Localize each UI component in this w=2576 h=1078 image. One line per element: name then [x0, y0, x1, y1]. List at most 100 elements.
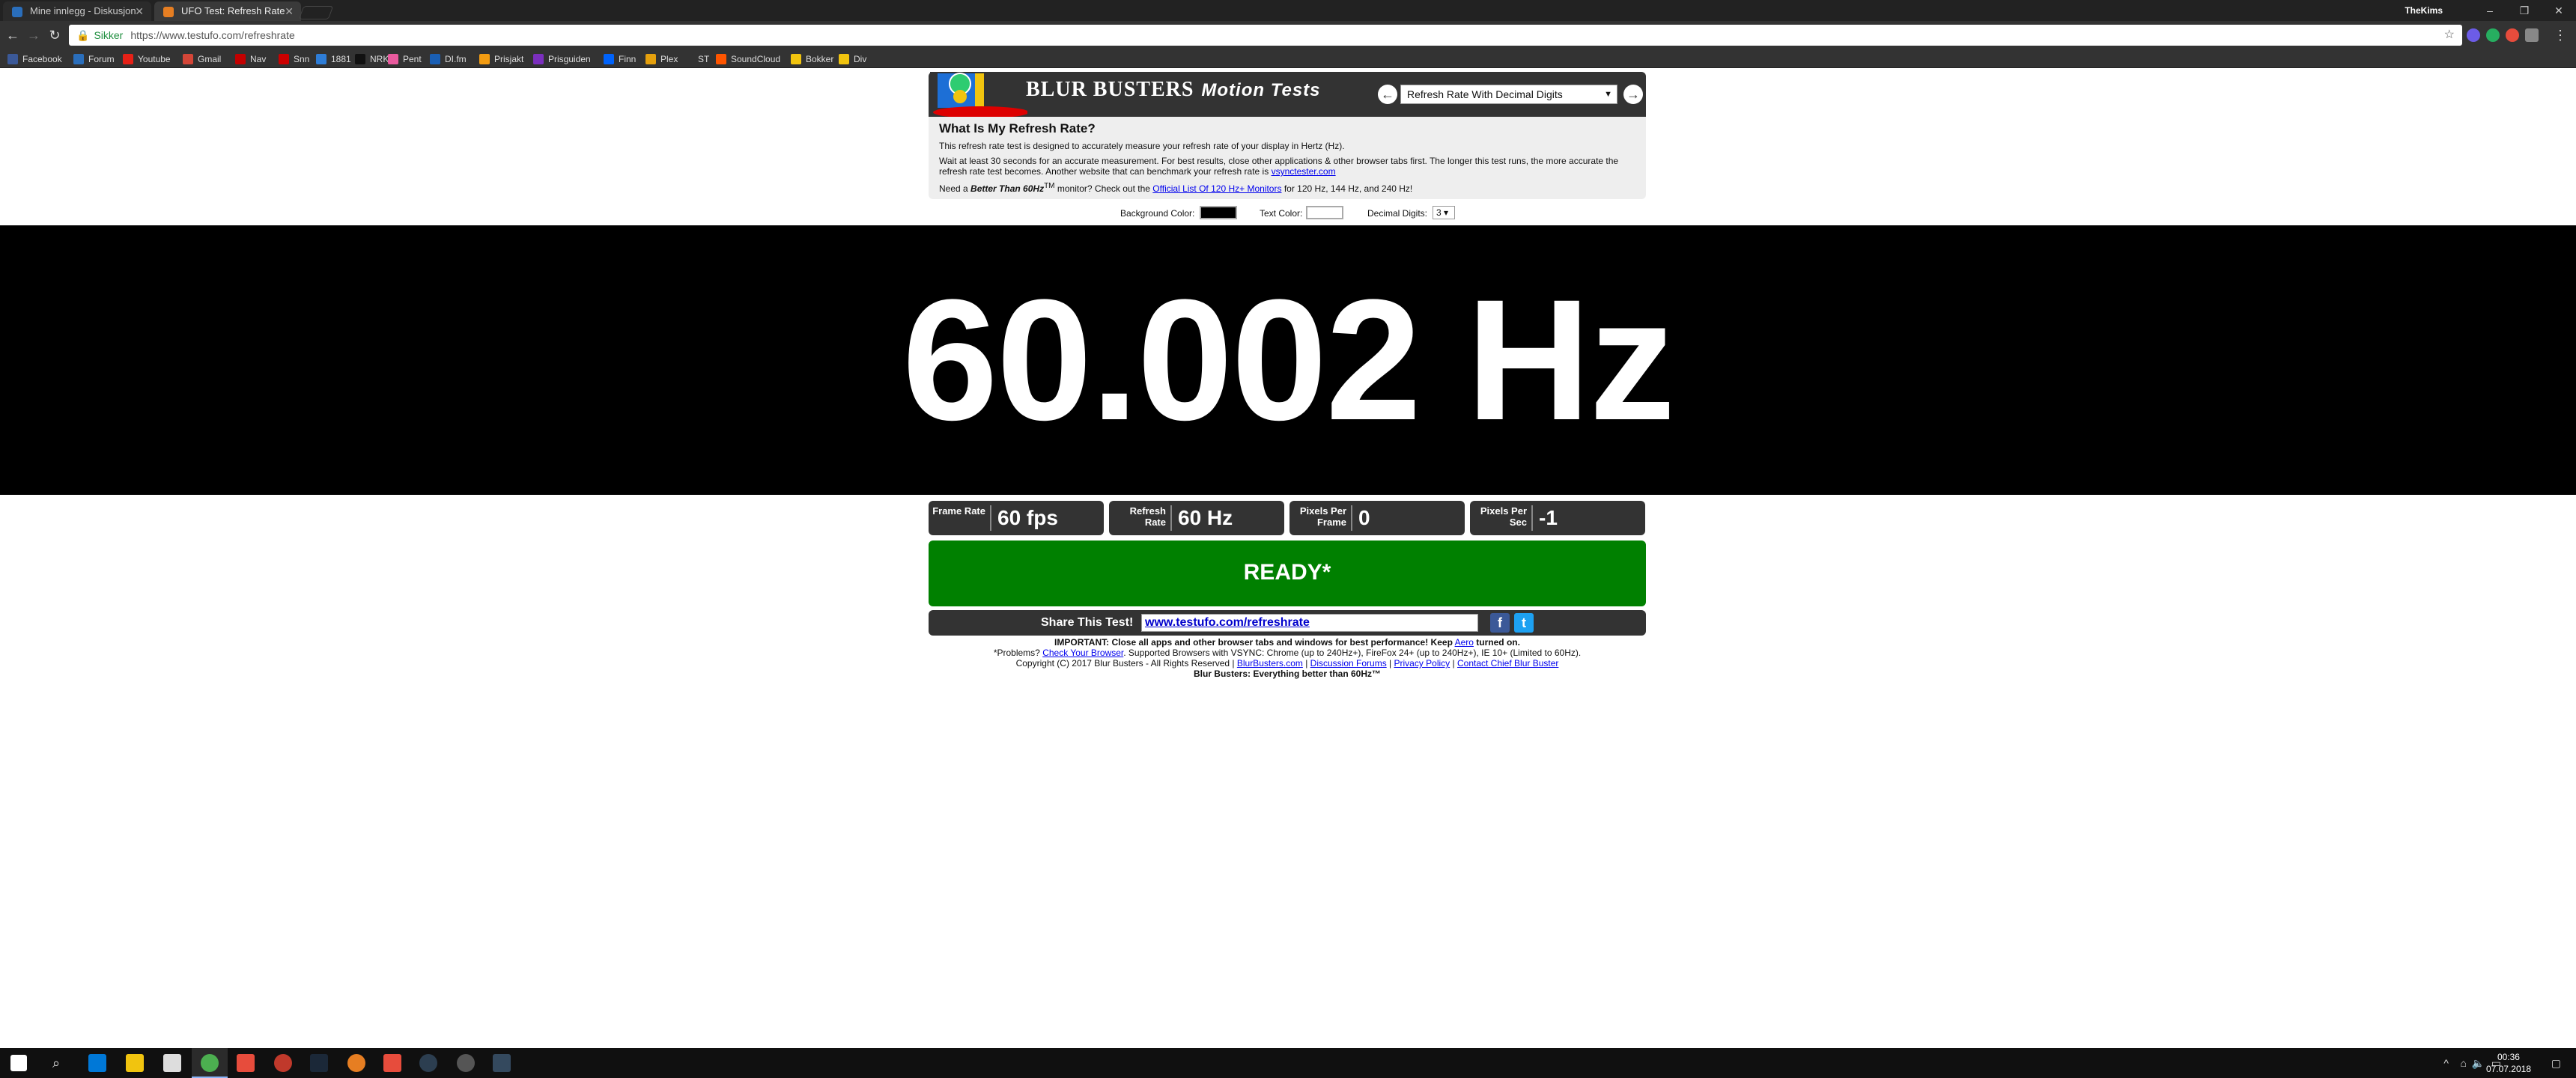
info-text: monitor? Check out the: [1057, 183, 1150, 194]
bookmark-star-icon[interactable]: ☆: [2444, 25, 2455, 46]
bookmark-youtube[interactable]: Youtube: [123, 52, 171, 66]
bookmark-nrk[interactable]: NRK: [355, 52, 389, 66]
forward-icon[interactable]: →: [24, 25, 43, 45]
text-color-label: Text Color:: [1260, 208, 1303, 219]
app-icon[interactable]: [274, 1054, 292, 1072]
vsynctester-link[interactable]: vsynctester.com: [1272, 166, 1336, 177]
close-window-button[interactable]: ✕: [2542, 0, 2576, 21]
facebook-icon[interactable]: f: [1490, 613, 1510, 633]
close-icon[interactable]: ✕: [285, 1, 294, 21]
bookmark-favicon-icon: [123, 54, 133, 64]
next-test-icon[interactable]: →: [1623, 85, 1643, 104]
stat-pixels-per-frame: Pixels Per Frame 0: [1289, 501, 1465, 535]
bookmark-gmail[interactable]: Gmail: [183, 52, 221, 66]
bookmark-bokker[interactable]: Bokker: [791, 52, 833, 66]
reload-icon[interactable]: ↻: [45, 25, 64, 45]
bookmark-div[interactable]: Div: [839, 52, 866, 66]
bookmark-nav[interactable]: Nav: [235, 52, 266, 66]
stats-row: Frame Rate 60 fps Refresh Rate 60 Hz Pix…: [929, 501, 1646, 535]
bookmark-label: Finn: [619, 54, 637, 64]
tray-chevron-icon[interactable]: ^: [2443, 1057, 2449, 1069]
digits-select[interactable]: 3 ▾: [1433, 206, 1455, 219]
app-icon[interactable]: [419, 1054, 437, 1072]
tab-ufo-test[interactable]: UFO Test: Refresh Rate ✕: [154, 1, 301, 21]
share-url-field[interactable]: www.testufo.com/refreshrate: [1141, 614, 1478, 632]
ready-status[interactable]: READY*: [929, 540, 1646, 606]
clock[interactable]: 00:36 07.07.2018: [2486, 1051, 2531, 1075]
contact-link[interactable]: Contact Chief Blur Buster: [1457, 658, 1558, 669]
profile-name[interactable]: TheKims: [2405, 0, 2443, 21]
edge-icon[interactable]: [88, 1054, 106, 1072]
steam-icon[interactable]: [310, 1054, 328, 1072]
taskbar: ⌕ ^ ⌂ 🔈 ▭ 00:36 07.07.2018 ▢: [0, 1048, 2576, 1078]
app-icon[interactable]: [457, 1054, 475, 1072]
stat-frame-rate: Frame Rate 60 fps: [929, 501, 1104, 535]
check-browser-link[interactable]: Check Your Browser: [1042, 648, 1123, 658]
bookmark-1881[interactable]: 1881: [316, 52, 351, 66]
previous-test-icon[interactable]: ←: [1378, 85, 1397, 104]
share-bar: Share This Test! www.testufo.com/refresh…: [929, 610, 1646, 636]
minimize-button[interactable]: –: [2473, 0, 2507, 21]
digits-label: Decimal Digits:: [1367, 208, 1428, 219]
new-tab-button[interactable]: [298, 6, 334, 19]
footer-text: . Supported Browsers with VSYNC: Chrome …: [1123, 648, 1582, 658]
url-text: https://www.testufo.com/refreshrate: [130, 29, 295, 41]
bookmark-favicon-icon: [73, 54, 84, 64]
stat-value: 0: [1358, 506, 1370, 529]
extension-icon[interactable]: [2486, 28, 2500, 42]
forum-icon: [12, 7, 22, 17]
search-icon[interactable]: ⌕: [52, 1054, 70, 1072]
chrome-icon[interactable]: [201, 1054, 219, 1072]
options-row: Background Color: Text Color: Decimal Di…: [929, 204, 1646, 221]
privacy-link[interactable]: Privacy Policy: [1394, 658, 1450, 669]
footer-line-2: *Problems? Check Your Browser. Supported…: [929, 648, 1646, 658]
extension-icon[interactable]: [2467, 28, 2480, 42]
forums-link[interactable]: Discussion Forums: [1310, 658, 1387, 669]
back-icon[interactable]: ←: [3, 25, 22, 45]
bookmark-plex[interactable]: Plex: [645, 52, 678, 66]
secure-label: Sikker: [94, 29, 124, 41]
volume-icon[interactable]: 🔈: [2472, 1057, 2485, 1070]
store-icon[interactable]: [163, 1054, 181, 1072]
text-color-picker[interactable]: [1306, 206, 1343, 219]
tab-diskusjon[interactable]: Mine innlegg - Diskusjon ✕: [3, 1, 151, 21]
stat-label: Frame Rate: [929, 505, 991, 531]
footer-text: turned on.: [1476, 637, 1520, 648]
app-icon[interactable]: [237, 1054, 255, 1072]
monitor-list-link[interactable]: Official List Of 120 Hz+ Monitors: [1152, 183, 1281, 194]
bookmark-snn[interactable]: Snn: [279, 52, 309, 66]
bookmark-finn[interactable]: Finn: [604, 52, 636, 66]
bookmark-forum[interactable]: Forum: [73, 52, 115, 66]
notifications-icon[interactable]: ▢: [2551, 1057, 2561, 1070]
aero-link[interactable]: Aero: [1455, 637, 1474, 648]
close-icon[interactable]: ✕: [135, 1, 144, 21]
bookmark-favicon-icon: [235, 54, 246, 64]
menu-icon[interactable]: ⋮: [2551, 25, 2570, 45]
site-header: BLUR BUSTERS Motion Tests ← Refresh Rate …: [929, 72, 1646, 117]
bookmark-prisguiden[interactable]: Prisguiden: [533, 52, 591, 66]
app-icon[interactable]: [383, 1054, 401, 1072]
network-icon[interactable]: ⌂: [2461, 1057, 2467, 1069]
extension-icon[interactable]: [2506, 28, 2519, 42]
test-select[interactable]: Refresh Rate With Decimal Digits ▼: [1400, 85, 1617, 104]
app-icon[interactable]: [347, 1054, 365, 1072]
footer-line-3: Copyright (C) 2017 Blur Busters - All Ri…: [1015, 658, 1559, 669]
info-panel: What Is My Refresh Rate? This refresh ra…: [929, 117, 1646, 199]
folder-icon[interactable]: [126, 1054, 144, 1072]
app-icon[interactable]: [493, 1054, 511, 1072]
bookmark-facebook[interactable]: Facebook: [7, 52, 62, 66]
bookmark-di-fm[interactable]: DI.fm: [430, 52, 467, 66]
bg-color-picker[interactable]: [1200, 206, 1237, 219]
blurbusters-link[interactable]: BlurBusters.com: [1237, 658, 1303, 669]
twitter-icon[interactable]: t: [1514, 613, 1534, 633]
windows-start-icon[interactable]: [10, 1055, 27, 1071]
bookmark-st[interactable]: ST: [683, 52, 709, 66]
address-bar[interactable]: 🔒 Sikker https://www.testufo.com/refreshra…: [69, 25, 2462, 46]
bookmark-soundcloud[interactable]: SoundCloud: [716, 52, 780, 66]
restore-button[interactable]: ❐: [2507, 0, 2542, 21]
share-label: Share This Test!: [1041, 616, 1134, 629]
extension-icon[interactable]: [2525, 28, 2539, 42]
brand-name: BLUR BUSTERS: [1026, 78, 1194, 101]
bookmark-prisjakt[interactable]: Prisjakt: [479, 52, 523, 66]
bookmark-pent[interactable]: Pent: [388, 52, 422, 66]
